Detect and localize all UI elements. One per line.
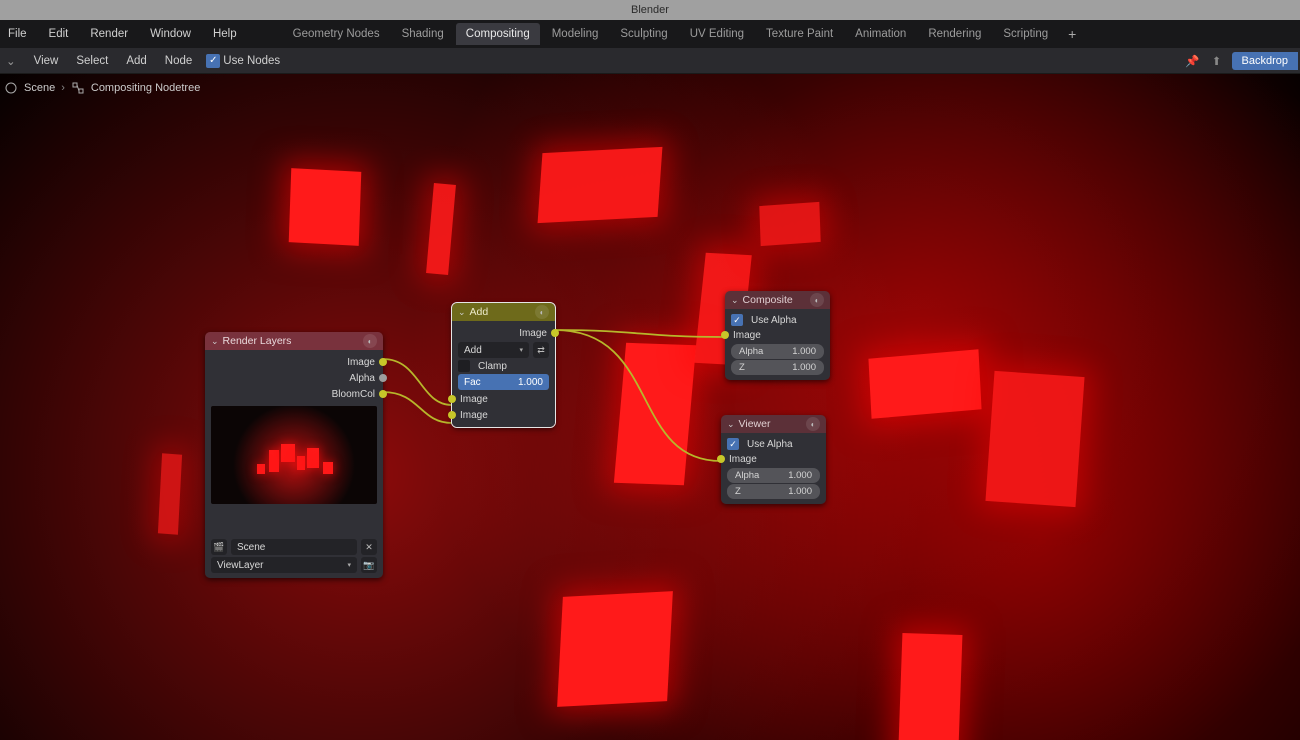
header-node[interactable]: Node	[161, 52, 197, 70]
tab-sculpting[interactable]: Sculpting	[610, 23, 677, 45]
socket-color-icon[interactable]	[717, 455, 725, 463]
node-editor[interactable]: ⌄ Render Layers ◐ Image Alpha BloomCol	[0, 74, 1300, 740]
window-titlebar: Blender	[0, 0, 1300, 20]
clamp-toggle[interactable]: Clamp	[452, 359, 555, 373]
editor-type-dropdown-icon[interactable]: ⌄	[2, 54, 20, 68]
node-preview-icon[interactable]: ◐	[806, 417, 820, 431]
collapse-icon[interactable]: ⌄	[211, 336, 219, 347]
alpha-slider[interactable]: Alpha 1.000	[727, 468, 820, 483]
input-image[interactable]: Image	[725, 327, 830, 343]
menubar: File Edit Render Window Help Geometry No…	[0, 20, 1300, 48]
workspace-tabs: Geometry Nodes Shading Compositing Model…	[283, 23, 1085, 45]
output-image[interactable]: Image	[452, 325, 555, 341]
socket-color-icon[interactable]	[448, 411, 456, 419]
output-image[interactable]: Image	[205, 354, 383, 370]
collapse-icon[interactable]: ⌄	[458, 307, 466, 318]
node-preview	[211, 406, 377, 504]
menu-window[interactable]: Window	[146, 24, 195, 44]
socket-color-icon[interactable]	[448, 395, 456, 403]
input-image-2[interactable]: Image	[452, 407, 555, 423]
checkbox-checked-icon: ✓	[206, 54, 220, 68]
collapse-icon[interactable]: ⌄	[731, 295, 739, 306]
input-image-1[interactable]: Image	[452, 391, 555, 407]
checkbox-unchecked-icon	[458, 360, 470, 372]
link-icon[interactable]: ⇄	[533, 342, 549, 358]
tab-shading[interactable]: Shading	[392, 23, 454, 45]
menu-file[interactable]: File	[4, 24, 31, 44]
input-image[interactable]: Image	[721, 451, 826, 467]
use-alpha-toggle[interactable]: ✓ Use Alpha	[721, 437, 826, 451]
breadcrumb-nodetree[interactable]: Compositing Nodetree	[91, 82, 200, 94]
socket-color-icon[interactable]	[551, 329, 559, 337]
fac-slider[interactable]: Fac 1.000	[458, 374, 549, 390]
header-add[interactable]: Add	[122, 52, 150, 70]
chevron-down-icon: ▾	[519, 346, 523, 354]
chevron-down-icon: ▾	[347, 561, 351, 569]
node-title: Viewer	[739, 418, 771, 430]
nodetree-icon	[71, 81, 85, 95]
header-view[interactable]: View	[30, 52, 63, 70]
checkbox-checked-icon: ✓	[731, 314, 743, 326]
node-preview-icon[interactable]: ◐	[363, 334, 377, 348]
remove-scene-button[interactable]: ✕	[361, 539, 377, 555]
node-mix-add[interactable]: ⌄ Add ◐ Image Add▾ ⇄ Clamp Fac 1.000	[452, 303, 555, 427]
output-bloomcol[interactable]: BloomCol	[205, 386, 383, 402]
app-title: Blender	[631, 4, 669, 16]
z-slider[interactable]: Z 1.000	[731, 360, 824, 375]
node-title: Composite	[743, 294, 793, 306]
chevron-right-icon: ›	[61, 82, 65, 94]
render-layer-button[interactable]: 📷	[361, 557, 377, 573]
node-preview-icon[interactable]: ◐	[810, 293, 824, 307]
socket-color-icon[interactable]	[379, 358, 387, 366]
viewlayer-selector[interactable]: ViewLayer▾ 📷	[205, 556, 383, 574]
editor-header: ⌄ View Select Add Node ✓ Use Nodes 📌 ⬆ B…	[0, 48, 1300, 74]
node-render-layers[interactable]: ⌄ Render Layers ◐ Image Alpha BloomCol	[205, 332, 383, 578]
breadcrumb: Scene › Compositing Nodetree	[0, 76, 1300, 100]
breadcrumb-scene[interactable]: Scene	[24, 82, 55, 94]
use-nodes-label: Use Nodes	[223, 55, 280, 67]
scene-icon: 🎬	[211, 539, 227, 555]
node-header[interactable]: ⌄ Add ◐	[452, 303, 555, 321]
menu-help[interactable]: Help	[209, 24, 241, 44]
node-title: Add	[470, 306, 489, 318]
socket-color-icon[interactable]	[379, 390, 387, 398]
use-alpha-toggle[interactable]: ✓ Use Alpha	[725, 313, 830, 327]
pin-icon[interactable]: 📌	[1184, 52, 1202, 70]
node-links	[0, 74, 1300, 740]
z-slider[interactable]: Z 1.000	[727, 484, 820, 499]
socket-color-icon[interactable]	[721, 331, 729, 339]
header-select[interactable]: Select	[72, 52, 112, 70]
node-viewer[interactable]: ⌄ Viewer ◐ ✓ Use Alpha Image Alpha 1.000	[721, 415, 826, 504]
node-title: Render Layers	[223, 335, 292, 347]
use-nodes-toggle[interactable]: ✓ Use Nodes	[206, 54, 280, 68]
output-alpha[interactable]: Alpha	[205, 370, 383, 386]
tab-rendering[interactable]: Rendering	[918, 23, 991, 45]
tab-modeling[interactable]: Modeling	[542, 23, 609, 45]
alpha-slider[interactable]: Alpha 1.000	[731, 344, 824, 359]
socket-value-icon[interactable]	[379, 374, 387, 382]
node-header[interactable]: ⌄ Render Layers ◐	[205, 332, 383, 350]
checkbox-checked-icon: ✓	[727, 438, 739, 450]
collapse-icon[interactable]: ⌄	[727, 419, 735, 430]
blend-mode-select[interactable]: Add▾ ⇄	[452, 341, 555, 359]
tab-geometry-nodes[interactable]: Geometry Nodes	[283, 23, 390, 45]
node-composite[interactable]: ⌄ Composite ◐ ✓ Use Alpha Image Alpha 1.…	[725, 291, 830, 380]
tab-scripting[interactable]: Scripting	[993, 23, 1058, 45]
scene-selector[interactable]: 🎬 Scene ✕	[205, 538, 383, 556]
tab-texture-paint[interactable]: Texture Paint	[756, 23, 843, 45]
node-header[interactable]: ⌄ Viewer ◐	[721, 415, 826, 433]
tab-animation[interactable]: Animation	[845, 23, 916, 45]
add-workspace-button[interactable]: +	[1060, 26, 1084, 42]
parent-node-tree-icon[interactable]: ⬆	[1208, 52, 1226, 70]
node-header[interactable]: ⌄ Composite ◐	[725, 291, 830, 309]
menu-edit[interactable]: Edit	[45, 24, 73, 44]
node-preview-icon[interactable]: ◐	[535, 305, 549, 319]
tab-compositing[interactable]: Compositing	[456, 23, 540, 45]
scene-icon	[4, 81, 18, 95]
menu-render[interactable]: Render	[86, 24, 132, 44]
backdrop-toggle[interactable]: Backdrop	[1232, 52, 1298, 70]
tab-uv-editing[interactable]: UV Editing	[680, 23, 754, 45]
